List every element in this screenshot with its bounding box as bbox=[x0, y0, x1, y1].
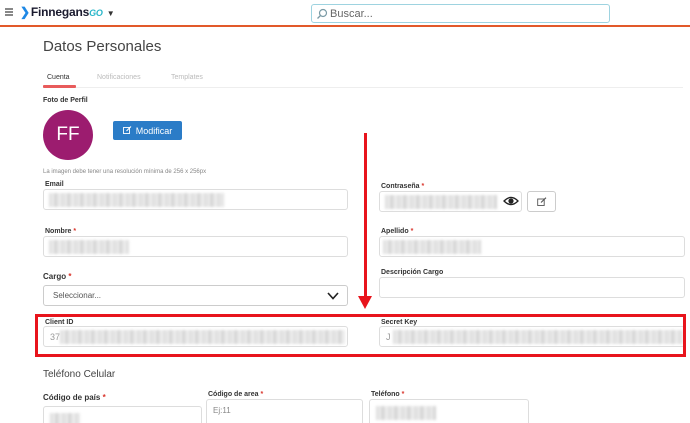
area-code-field[interactable]: Ej:11 bbox=[206, 399, 363, 423]
search-icon bbox=[317, 8, 328, 19]
edit-icon bbox=[122, 126, 132, 134]
phone-section-title: Teléfono Celular bbox=[43, 369, 116, 380]
tab-notificaciones[interactable]: Notificaciones bbox=[97, 74, 141, 81]
top-bar: ❯FinnegansGO ▼ bbox=[0, 0, 690, 27]
modify-button-label: Modificar bbox=[135, 125, 173, 136]
show-password-icon[interactable] bbox=[503, 193, 519, 209]
client-id-label: Client ID bbox=[45, 319, 74, 326]
apellido-field[interactable] bbox=[379, 236, 685, 257]
nombre-label: Nombre * bbox=[45, 228, 77, 235]
avatar: FF bbox=[43, 110, 93, 160]
resolution-hint: La imagen debe tener una resolución míni… bbox=[43, 169, 207, 175]
photo-label: Foto de Perfil bbox=[43, 97, 88, 104]
secret-key-prefix: J bbox=[386, 332, 391, 342]
page-title: Datos Personales bbox=[43, 38, 162, 55]
client-id-field[interactable]: 37 bbox=[43, 326, 348, 347]
redacted-phone bbox=[376, 406, 436, 420]
client-id-prefix: 37 bbox=[50, 332, 61, 342]
redacted-email bbox=[49, 193, 224, 207]
country-code-label: Código de país * bbox=[43, 393, 106, 402]
password-field[interactable] bbox=[379, 191, 522, 212]
hamburger-menu-icon[interactable] bbox=[5, 8, 13, 16]
email-label: Email bbox=[45, 181, 64, 188]
logo-chevron-icon: ❯ bbox=[20, 5, 30, 19]
chevron-down-icon bbox=[327, 292, 339, 300]
nombre-field[interactable] bbox=[43, 236, 348, 257]
logo-text: Finnegans bbox=[30, 5, 90, 19]
edit-icon bbox=[536, 196, 546, 206]
redacted-secret-key bbox=[393, 330, 683, 344]
annotation-arrow-line bbox=[364, 133, 367, 298]
area-code-label: Código de area * bbox=[208, 391, 264, 398]
annotation-arrow-head bbox=[358, 296, 372, 309]
password-label: Contraseña * bbox=[381, 183, 425, 190]
cargo-select[interactable]: Seleccionar... bbox=[43, 285, 348, 306]
app-logo[interactable]: ❯FinnegansGO ▼ bbox=[20, 5, 115, 19]
redacted-password bbox=[385, 195, 497, 209]
secret-key-field[interactable]: J bbox=[379, 326, 685, 347]
search-box[interactable] bbox=[311, 4, 610, 23]
tab-cuenta[interactable]: Cuenta bbox=[47, 74, 70, 81]
search-input[interactable] bbox=[330, 6, 600, 21]
tab-bar: Cuenta Notificaciones Templates bbox=[43, 72, 683, 88]
descripcion-cargo-label: Descripción Cargo bbox=[381, 269, 444, 276]
caret-down-icon[interactable]: ▼ bbox=[107, 9, 115, 18]
edit-password-button[interactable] bbox=[527, 191, 556, 212]
cargo-select-value: Seleccionar... bbox=[53, 291, 102, 300]
email-field[interactable] bbox=[43, 189, 348, 210]
country-code-field[interactable] bbox=[43, 406, 202, 423]
active-tab-indicator bbox=[43, 85, 76, 88]
phone-label: Teléfono * bbox=[371, 391, 405, 398]
apellido-label: Apellido * bbox=[381, 228, 414, 235]
descripcion-cargo-field[interactable] bbox=[379, 277, 685, 298]
tab-templates[interactable]: Templates bbox=[171, 74, 203, 81]
cargo-label: Cargo * bbox=[43, 272, 72, 281]
modify-photo-button[interactable]: Modificar bbox=[113, 121, 182, 140]
redacted-client-id bbox=[60, 330, 345, 344]
area-code-placeholder: Ej:11 bbox=[213, 406, 231, 415]
phone-field[interactable] bbox=[369, 399, 529, 423]
secret-key-label: Secret Key bbox=[381, 319, 418, 326]
logo-suffix: GO bbox=[89, 8, 103, 18]
redacted-apellido bbox=[383, 240, 481, 254]
redacted-country-code bbox=[50, 413, 80, 423]
redacted-nombre bbox=[49, 240, 129, 254]
